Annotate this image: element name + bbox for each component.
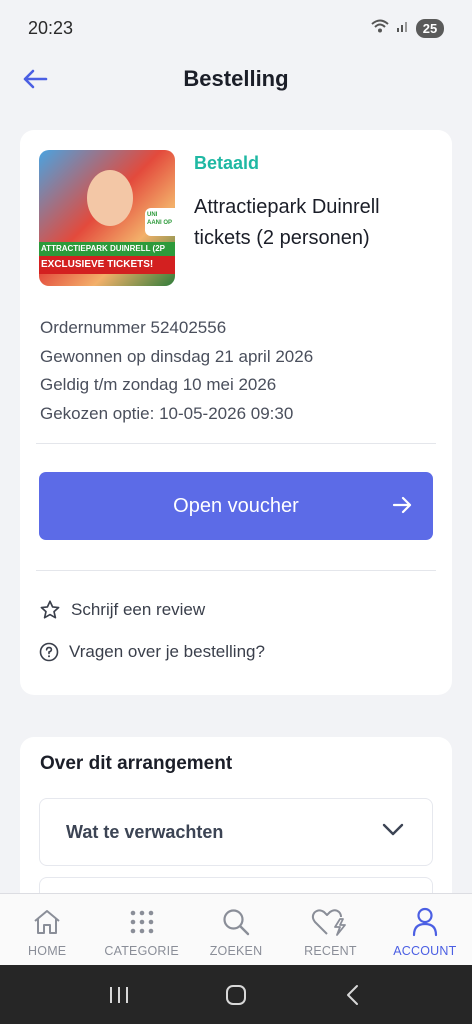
accordion-label: Wat te verwachten: [66, 821, 224, 842]
divider: [36, 443, 436, 444]
open-voucher-label: Open voucher: [173, 494, 299, 517]
nav-zoeken[interactable]: ZOEKEN: [189, 894, 283, 965]
home-circle-icon: [225, 984, 246, 1005]
arrangement-card: Over dit arrangement Wat te verwachten: [20, 737, 452, 917]
nav-categorie-label: CATEGORIE: [104, 944, 179, 958]
help-circle-icon: [39, 642, 59, 662]
home-system-button[interactable]: [216, 975, 256, 1015]
image-badge: UNI AANI OP: [145, 208, 175, 236]
status-bar: 20:23 25: [0, 0, 472, 56]
page-title: Bestelling: [183, 66, 289, 91]
system-nav-bar: [0, 965, 472, 1024]
nav-zoeken-label: ZOEKEN: [209, 944, 263, 958]
product-title: Attractiepark Duinrell tickets (2 person…: [194, 196, 380, 249]
won-date: Gewonnen op dinsdag 21 april 2026: [40, 346, 314, 366]
nav-categorie[interactable]: CATEGORIE: [94, 894, 188, 965]
star-icon: [40, 600, 60, 619]
bottom-nav: HOME CATEGORIE ZOEKEN RECENT ACCOUNT: [0, 893, 472, 965]
search-icon: [221, 906, 251, 938]
order-questions-link[interactable]: Vragen over je bestelling?: [39, 642, 265, 662]
back-chevron-icon: [347, 984, 359, 1005]
nav-home[interactable]: HOME: [0, 894, 94, 965]
nav-recent-label: RECENT: [304, 944, 357, 958]
image-banner-bottom: EXCLUSIEVE TICKETS!: [39, 256, 175, 274]
image-person: [87, 170, 133, 226]
back-button[interactable]: [18, 62, 52, 96]
header: Bestelling: [0, 56, 472, 102]
back-system-button[interactable]: [333, 975, 373, 1015]
status-icons: 25: [370, 18, 444, 39]
write-review-link[interactable]: Schrijf een review: [39, 599, 205, 621]
wifi-icon: [370, 18, 390, 39]
nav-home-label: HOME: [28, 944, 67, 958]
valid-until: Geldig t/m zondag 10 mei 2026: [40, 375, 277, 394]
nav-recent[interactable]: RECENT: [283, 894, 377, 965]
product-image[interactable]: UNI AANI OP ATTRACTIEPARK DUINRELL (2P E…: [39, 150, 175, 286]
nav-account[interactable]: ACCOUNT: [378, 894, 472, 965]
order-status-badge: Betaald: [194, 153, 260, 173]
arrow-left-icon: [23, 69, 48, 89]
status-time: 20:23: [28, 17, 74, 38]
home-icon: [32, 906, 62, 938]
order-questions-label: Vragen over je bestelling?: [69, 642, 265, 661]
image-banner-top: ATTRACTIEPARK DUINRELL (2P: [39, 242, 175, 256]
arrow-right-icon: [392, 496, 412, 514]
heart-bolt-icon: [310, 906, 350, 938]
open-voucher-button[interactable]: Open voucher: [39, 472, 433, 540]
battery-indicator: 25: [416, 18, 444, 38]
write-review-label: Schrijf een review: [71, 600, 206, 619]
what-to-expect-accordion[interactable]: Wat te verwachten: [39, 798, 433, 866]
user-icon: [411, 906, 439, 938]
divider: [36, 570, 436, 571]
recent-apps-button[interactable]: [99, 975, 139, 1015]
chevron-down-icon: [382, 823, 404, 836]
recent-apps-icon: [109, 986, 128, 1003]
signal-icon: [396, 19, 410, 38]
arrangement-title: Over dit arrangement: [40, 753, 233, 774]
order-details: Ordernummer 52402556 Gewonnen op dinsdag…: [40, 314, 313, 428]
chosen-option: Gekozen optie: 10-05-2026 09:30: [40, 403, 294, 423]
order-number: Ordernummer 52402556: [40, 318, 227, 337]
grid-icon: [128, 906, 156, 938]
nav-account-label: ACCOUNT: [393, 944, 457, 958]
order-card: UNI AANI OP ATTRACTIEPARK DUINRELL (2P E…: [20, 130, 452, 695]
